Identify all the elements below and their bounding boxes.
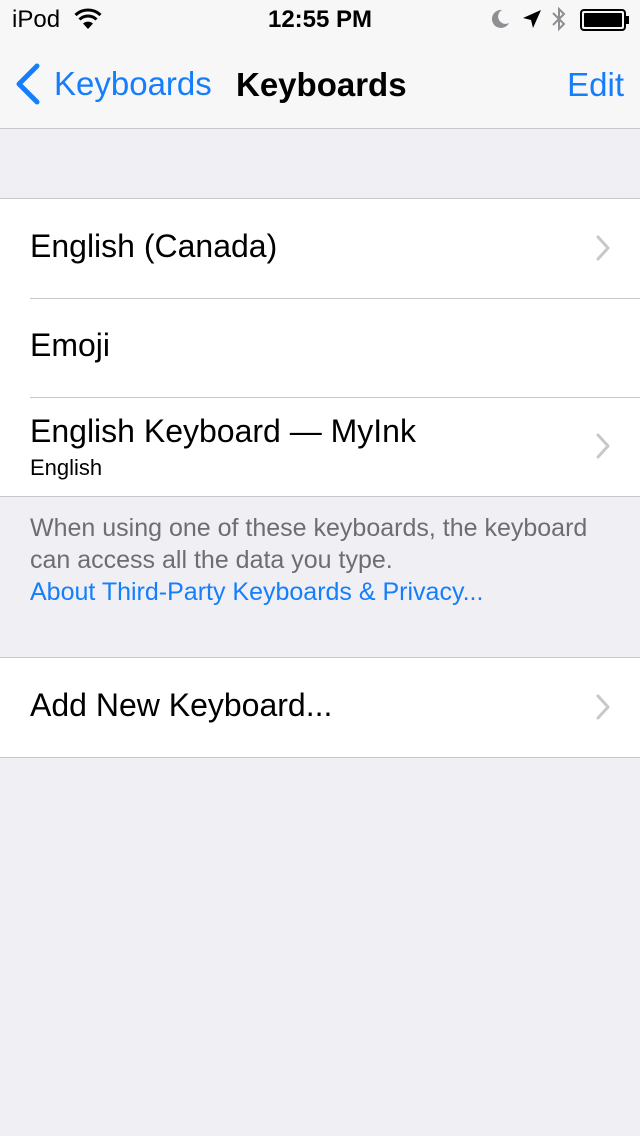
chevron-right-icon — [596, 433, 610, 459]
add-keyboard-group: Add New Keyboard... — [0, 657, 640, 758]
add-new-keyboard-row[interactable]: Add New Keyboard... — [0, 658, 640, 757]
chevron-right-icon — [596, 235, 610, 261]
top-bar: iPod 12:55 PM Keyboards Keyboards Edit — [0, 0, 640, 129]
location-arrow-icon — [523, 10, 541, 28]
status-time: 12:55 PM — [267, 6, 373, 33]
back-button-label: Keyboards — [54, 65, 212, 102]
keyboard-label: English (Canada) — [30, 228, 278, 264]
privacy-link[interactable]: About Third-Party Keyboards & Privacy... — [30, 576, 590, 608]
privacy-footer: When using one of these keyboards, the k… — [30, 512, 590, 608]
keyboard-row-english-canada[interactable]: English (Canada) — [0, 199, 640, 298]
navigation-bar: Keyboards Keyboards Edit — [0, 40, 640, 128]
keyboards-list: English (Canada) Emoji English Keyboard … — [0, 198, 640, 497]
battery-icon — [580, 9, 629, 31]
keyboard-sublabel: English — [30, 455, 103, 480]
keyboard-row-emoji[interactable]: Emoji — [0, 298, 640, 397]
moon-icon — [491, 9, 509, 28]
add-keyboard-label: Add New Keyboard... — [30, 687, 333, 723]
privacy-footer-text: When using one of these keyboards, the k… — [30, 514, 588, 574]
keyboard-label: English Keyboard — MyInk — [30, 413, 416, 449]
bluetooth-icon — [552, 6, 566, 32]
edit-button[interactable]: Edit — [567, 66, 624, 104]
keyboard-row-myink[interactable]: English Keyboard — MyInk English — [0, 397, 640, 496]
keyboard-label: Emoji — [30, 327, 111, 363]
page-title: Keyboards — [236, 66, 407, 103]
back-chevron-icon — [16, 63, 40, 105]
back-button[interactable]: Keyboards — [14, 62, 212, 106]
status-bar: iPod 12:55 PM — [0, 0, 640, 40]
chevron-right-icon — [596, 694, 610, 720]
